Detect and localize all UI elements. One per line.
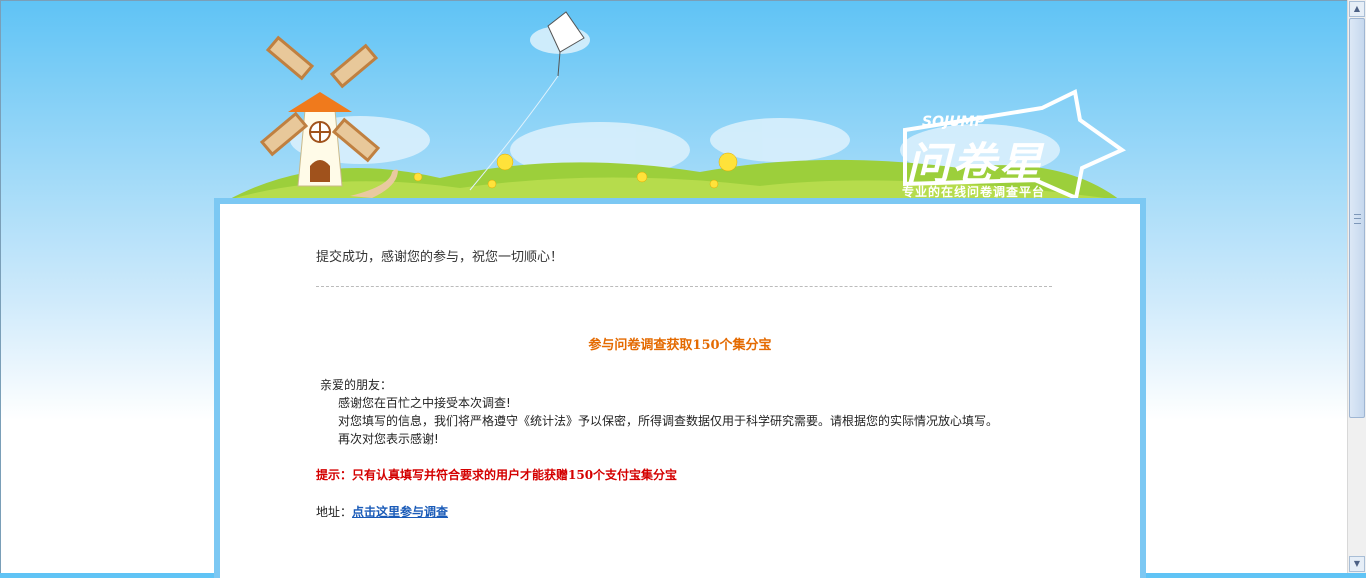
scrollbar-thumb[interactable] [1349,18,1365,418]
divider [316,286,1052,287]
address-label: 地址： [316,505,353,519]
scroll-down-arrow-icon[interactable]: ▼ [1349,556,1365,572]
scroll-up-arrow-icon[interactable]: ▲ [1349,1,1365,17]
letter-line: 对您填写的信息，我们将严格遵守《统计法》予以保密，所得调查数据仅用于科学研究需要… [338,414,999,428]
letter-body: 亲爱的朋友： 感谢您在百忙之中接受本次调查! 对您填写的信息，我们将严格遵守《统… [320,376,998,448]
letter-line: 感谢您在百忙之中接受本次调查! [338,396,511,410]
survey-link[interactable]: 点击这里参与调查 [352,505,448,519]
success-message: 提交成功，感谢您的参与，祝您一切顺心！ [316,250,564,265]
promo-title: 参与问卷调查获取150个集分宝 [588,338,772,353]
vertical-scrollbar[interactable]: ▲ ▼ [1347,0,1366,573]
grip-icon [1354,214,1361,224]
result-panel: 提交成功，感谢您的参与，祝您一切顺心！ 参与问卷调查获取150个集分宝 亲爱的朋… [214,198,1146,578]
tip-text: 提示：只有认真填写并符合要求的用户才能获赠150个支付宝集分宝 [316,468,678,482]
landscape-illustration [228,11,1126,201]
header-banner: SOJUMP 问卷星 专业的在线问卷调查平台 [0,0,1347,202]
letter-greeting: 亲爱的朋友： [320,378,393,392]
address-row: 地址：点击这里参与调查 [316,503,448,520]
letter-line: 再次对您表示感谢! [338,432,439,446]
